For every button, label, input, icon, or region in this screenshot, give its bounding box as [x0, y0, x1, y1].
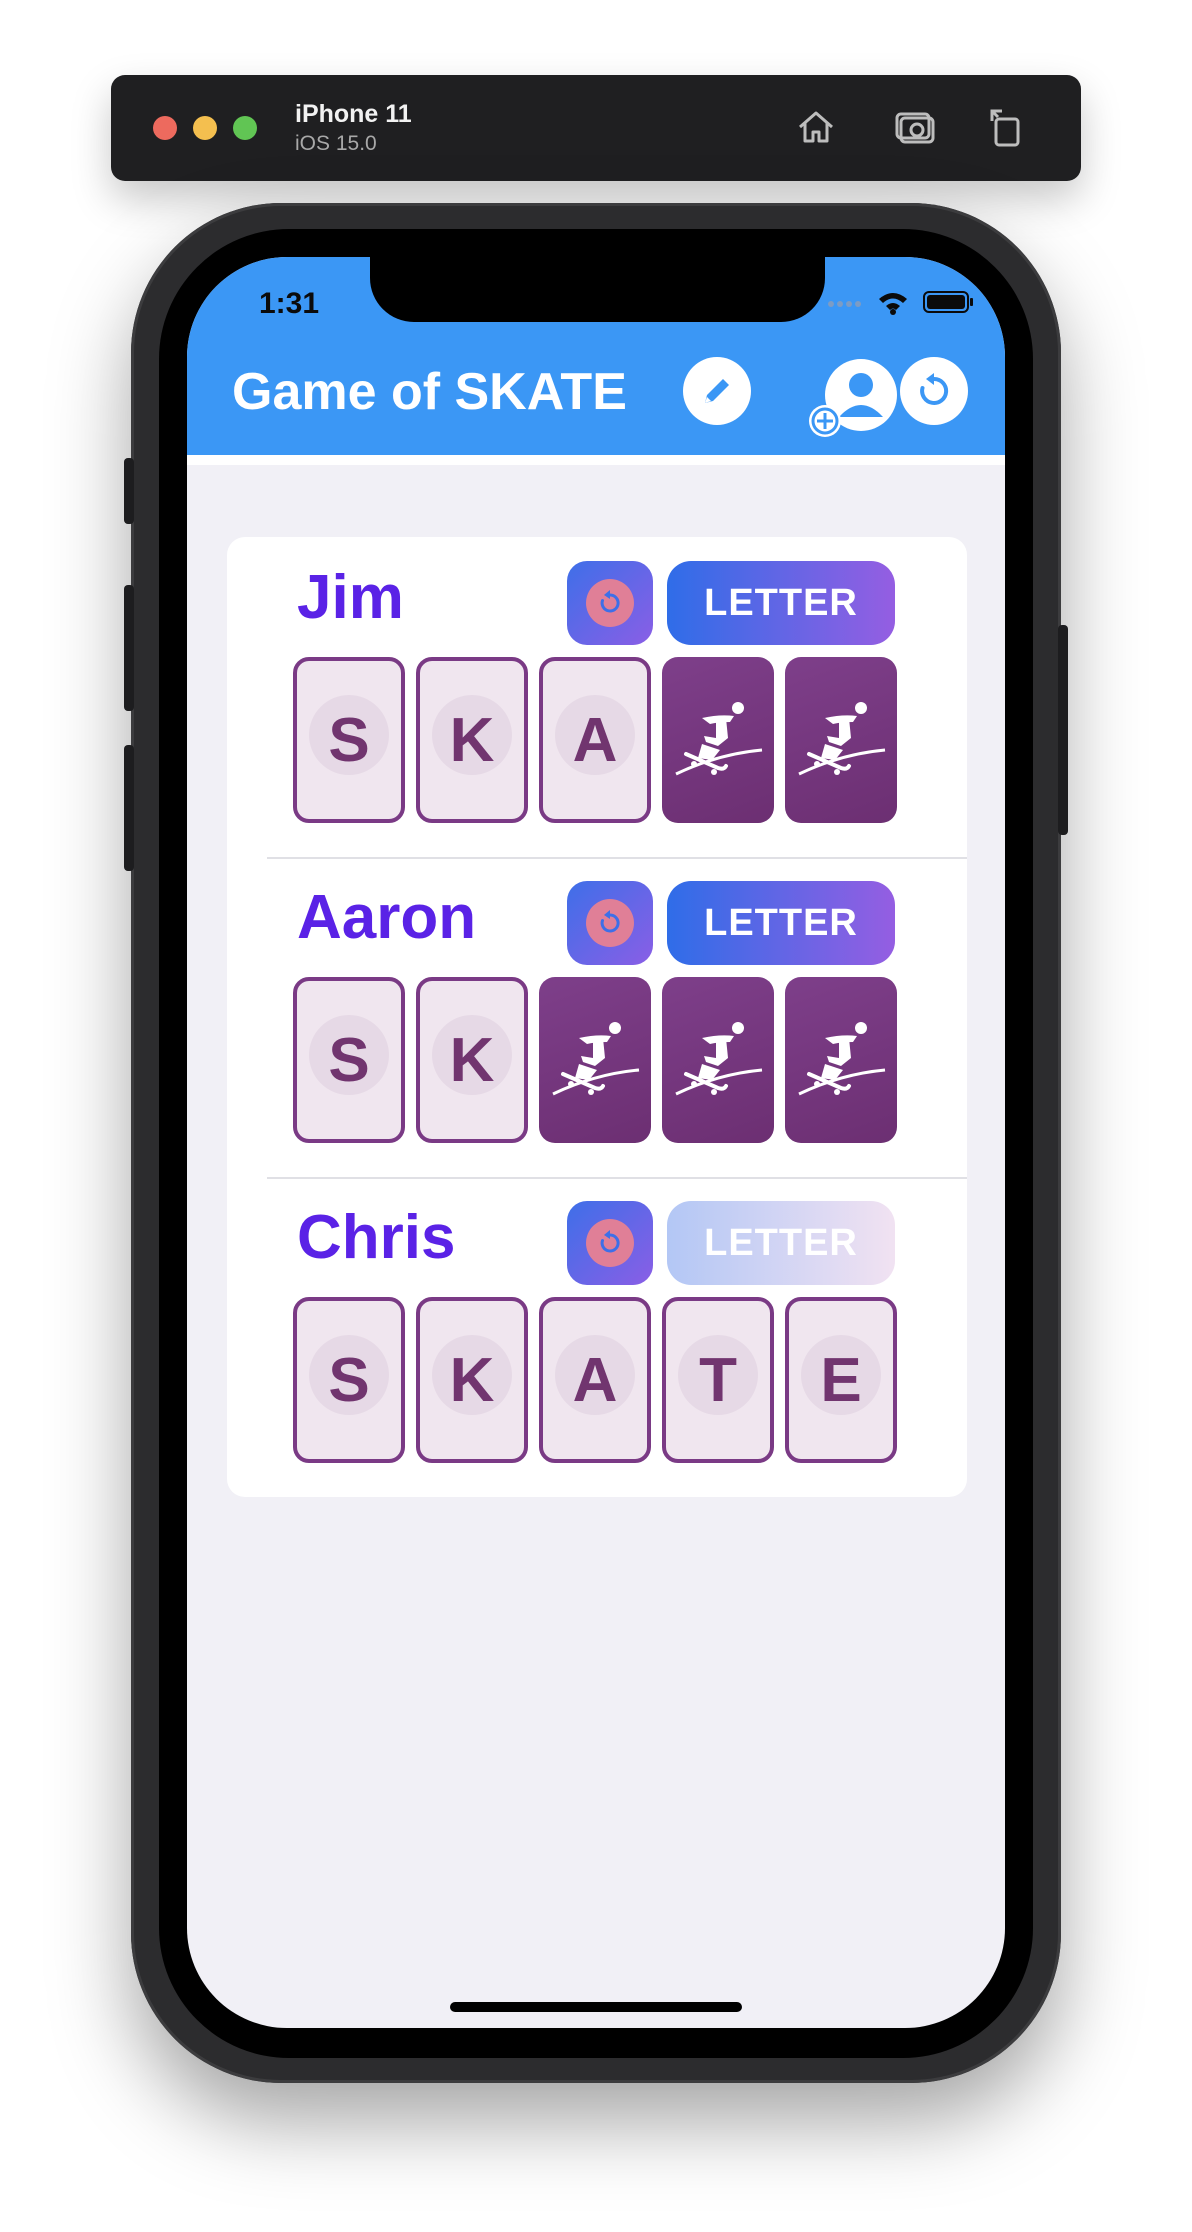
- tile-letter: S: [328, 1025, 370, 1095]
- tile-letter: A: [572, 1345, 618, 1415]
- close-window-button[interactable]: [153, 116, 177, 140]
- undo-letter-button[interactable]: [567, 881, 653, 965]
- undo-letter-button[interactable]: [567, 561, 653, 645]
- tile-letter: S: [328, 705, 370, 775]
- letter-button[interactable]: LETTER: [667, 561, 895, 645]
- player-row: Aaron LETTER S K: [227, 857, 967, 1177]
- undo-letter-button[interactable]: [567, 1201, 653, 1285]
- notch: [370, 257, 825, 322]
- screenshot-icon[interactable]: [892, 103, 940, 151]
- skater-icon: [798, 1022, 886, 1096]
- home-indicator[interactable]: [450, 2002, 742, 2012]
- undo-icon: [600, 910, 620, 933]
- undo-icon-badge: [586, 579, 634, 627]
- mute-switch: [124, 458, 134, 524]
- app-screen: 1:31 Game of SKATE Jim LETTER S K A Aaro…: [187, 257, 1005, 2028]
- letter-button[interactable]: LETTER: [667, 1201, 895, 1285]
- skater-icon: [798, 702, 886, 776]
- wifi-icon: [879, 293, 907, 315]
- letter-tile-open[interactable]: A: [539, 657, 651, 823]
- letter-tile-earned[interactable]: [662, 657, 774, 823]
- tile-letter: K: [449, 705, 495, 775]
- edit-button[interactable]: [683, 357, 751, 425]
- tile-letter: S: [328, 1345, 370, 1415]
- volume-up-button: [124, 585, 134, 711]
- simulator-os-version: iOS 15.0: [295, 132, 377, 155]
- letter-tile-open[interactable]: T: [662, 1297, 774, 1463]
- tile-letter: A: [572, 705, 618, 775]
- letter-tile-earned[interactable]: [785, 977, 897, 1143]
- signal-icon: [828, 301, 861, 307]
- reset-game-icon: [920, 373, 949, 405]
- letter-tile-earned[interactable]: [539, 977, 651, 1143]
- undo-icon-badge: [586, 1219, 634, 1267]
- power-button: [1058, 625, 1068, 835]
- letter-tile-open[interactable]: S: [293, 657, 405, 823]
- letter-tile-open[interactable]: K: [416, 977, 528, 1143]
- tile-letter: K: [449, 1025, 495, 1095]
- letter-tile-open[interactable]: K: [416, 657, 528, 823]
- letter-tile-earned[interactable]: [785, 657, 897, 823]
- volume-down-button: [124, 745, 134, 871]
- skater-icon: [552, 1022, 640, 1096]
- edit-pencil-icon: [705, 379, 729, 403]
- battery-icon: [923, 291, 973, 313]
- player-name: Chris: [297, 1203, 456, 1272]
- add-player-icon: [809, 359, 897, 437]
- undo-icon: [600, 1230, 620, 1253]
- player-row: Jim LETTER S K A: [227, 537, 967, 857]
- letter-tile-open[interactable]: A: [539, 1297, 651, 1463]
- home-icon[interactable]: [792, 103, 840, 151]
- letter-tile-open[interactable]: K: [416, 1297, 528, 1463]
- header-divider: [187, 455, 1005, 465]
- rotate-icon[interactable]: [982, 103, 1030, 151]
- status-icons: [827, 287, 975, 317]
- reset-game-button[interactable]: [900, 357, 968, 425]
- letter-tile-earned[interactable]: [662, 977, 774, 1143]
- status-time: 1:31: [259, 287, 320, 320]
- letter-tile-open[interactable]: E: [785, 1297, 897, 1463]
- simulator-device-name: iPhone 11: [295, 100, 412, 128]
- add-player-button[interactable]: [809, 355, 899, 441]
- tile-letter: E: [820, 1345, 862, 1415]
- undo-icon: [600, 590, 620, 613]
- letter-tile-open[interactable]: S: [293, 977, 405, 1143]
- players-card: Jim LETTER S K A Aaron LETTER S K Chris LETTER S K A T…: [227, 537, 967, 1497]
- minimize-window-button[interactable]: [193, 116, 217, 140]
- tile-letter: T: [699, 1345, 737, 1415]
- letter-button[interactable]: LETTER: [667, 881, 895, 965]
- letter-tile-open[interactable]: S: [293, 1297, 405, 1463]
- player-name: Aaron: [297, 883, 477, 952]
- player-row: Chris LETTER S K A T E: [227, 1177, 967, 1497]
- zoom-window-button[interactable]: [233, 116, 257, 140]
- player-name: Jim: [297, 563, 404, 632]
- undo-icon-badge: [586, 899, 634, 947]
- app-title: Game of SKATE: [232, 363, 627, 421]
- skater-icon: [675, 702, 763, 776]
- skater-icon: [675, 1022, 763, 1096]
- tile-letter: K: [449, 1345, 495, 1415]
